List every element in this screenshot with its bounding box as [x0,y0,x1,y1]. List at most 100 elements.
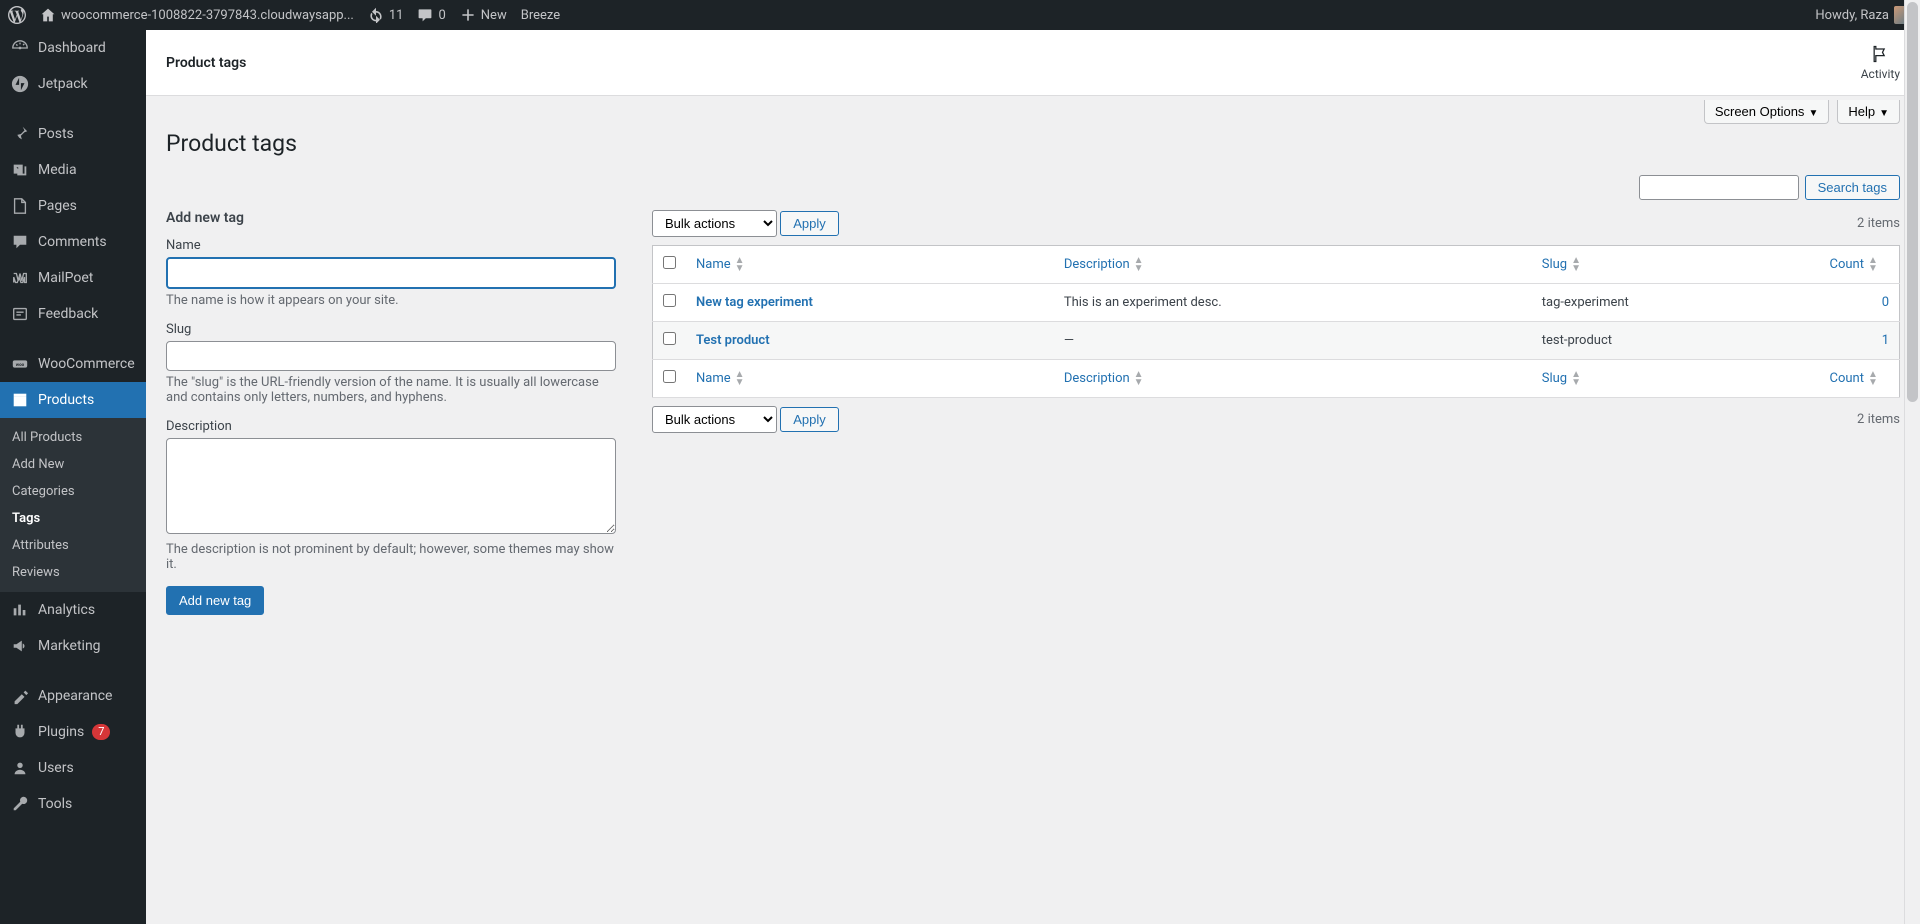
comments-link[interactable]: 0 [417,7,445,23]
select-all-top[interactable] [663,256,676,269]
items-count-bottom: 2 items [1857,412,1900,427]
sidebar-item-label: Dashboard [38,40,106,56]
form-title: Add new tag [166,210,616,226]
search-button[interactable]: Search tags [1805,175,1900,200]
sidebar-item-pages[interactable]: Pages [0,188,146,224]
help-button[interactable]: Help▼ [1837,100,1900,124]
activity-button[interactable]: Activity [1861,44,1900,81]
sort-icon: ▲▼ [1571,257,1581,273]
comment-icon [417,7,433,23]
sort-icon: ▲▼ [1868,257,1878,273]
help-label: Help [1848,104,1875,119]
sidebar-item-label: Appearance [38,688,112,704]
submenu-add-new[interactable]: Add New [0,451,146,478]
chevron-down-icon: ▼ [1808,108,1818,119]
row-count-link[interactable]: 0 [1882,295,1889,310]
apply-top-button[interactable]: Apply [780,211,839,236]
sidebar-item-comments[interactable]: Comments [0,224,146,260]
col-name-bottom[interactable]: Name▲▼ [696,371,745,386]
sidebar-item-products[interactable]: Products [0,382,146,418]
row-name-link[interactable]: Test product [696,333,770,348]
submenu-all-products[interactable]: All Products [0,424,146,451]
sidebar-item-woocommerce[interactable]: woo WooCommerce [0,346,146,382]
apply-bottom-button[interactable]: Apply [780,407,839,432]
sidebar-item-mailpoet[interactable]: MailPoet [0,260,146,296]
submenu-tags[interactable]: Tags [0,505,146,532]
new-link[interactable]: New [460,7,507,23]
select-all-bottom[interactable] [663,370,676,383]
submenu-attributes[interactable]: Attributes [0,532,146,559]
sidebar-item-jetpack[interactable]: Jetpack [0,66,146,102]
row-name-link[interactable]: New tag experiment [696,295,813,310]
breadcrumb: Product tags [166,55,246,71]
slug-input[interactable] [166,341,616,371]
sidebar-item-dashboard[interactable]: Dashboard [0,30,146,66]
row-checkbox[interactable] [663,332,676,345]
sidebar-item-label: Plugins [38,724,84,740]
sidebar-item-label: MailPoet [38,270,93,286]
col-slug[interactable]: Slug▲▼ [1542,257,1581,272]
col-name[interactable]: Name▲▼ [696,257,745,272]
users-icon [10,758,30,778]
appearance-icon [10,686,30,706]
col-desc[interactable]: Description▲▼ [1064,257,1144,272]
account-link[interactable]: Howdy, Raza [1815,6,1912,24]
submenu-reviews[interactable]: Reviews [0,559,146,586]
plus-icon [460,7,476,23]
add-tag-button[interactable]: Add new tag [166,586,264,615]
admin-bar: woocommerce-1008822-3797843.cloudwaysapp… [0,0,1920,30]
desc-input[interactable] [166,438,616,534]
sidebar-item-label: Jetpack [38,76,88,92]
page-icon [10,196,30,216]
sidebar-item-tools[interactable]: Tools [0,786,146,822]
submenu-categories[interactable]: Categories [0,478,146,505]
flag-icon [1870,44,1890,64]
sidebar-item-label: Marketing [38,638,101,654]
sidebar-item-label: WooCommerce [38,356,135,372]
breeze-link[interactable]: Breeze [521,8,560,23]
name-input[interactable] [166,257,616,289]
activity-label: Activity [1861,67,1900,81]
bulk-actions-top[interactable]: Bulk actions [652,210,777,237]
col-count-bottom[interactable]: Count▲▼ [1830,371,1878,386]
sidebar-item-posts[interactable]: Posts [0,116,146,152]
slug-label: Slug [166,322,616,337]
scrollbar[interactable]: ▲ [1904,0,1920,924]
svg-text:woo: woo [16,363,25,368]
sidebar-item-media[interactable]: Media [0,152,146,188]
plugins-badge: 7 [92,724,110,740]
mailpoet-icon [10,268,30,288]
page-title: Product tags [166,130,1900,157]
sidebar-item-appearance[interactable]: Appearance [0,678,146,714]
slug-hint: The "slug" is the URL-friendly version o… [166,375,616,405]
products-submenu: All Products Add New Categories Tags Att… [0,418,146,592]
screen-options-button[interactable]: Screen Options▼ [1704,100,1830,124]
sort-icon: ▲▼ [735,257,745,273]
row-desc: — [1054,322,1532,360]
sidebar-item-users[interactable]: Users [0,750,146,786]
sidebar-item-label: Feedback [38,306,98,322]
updates-link[interactable]: 11 [368,7,404,23]
wp-logo[interactable] [8,6,26,24]
jetpack-icon [10,74,30,94]
col-desc-bottom[interactable]: Description▲▼ [1064,371,1144,386]
sidebar-item-analytics[interactable]: Analytics [0,592,146,628]
media-icon [10,160,30,180]
home-icon [40,7,56,23]
sort-icon: ▲▼ [735,371,745,387]
row-count-link[interactable]: 1 [1882,333,1889,348]
scrollbar-thumb[interactable] [1907,2,1918,402]
sidebar-item-label: Analytics [38,602,95,618]
site-link[interactable]: woocommerce-1008822-3797843.cloudwaysapp… [40,7,354,23]
row-checkbox[interactable] [663,294,676,307]
items-count-top: 2 items [1857,216,1900,231]
sidebar-item-feedback[interactable]: Feedback [0,296,146,332]
col-slug-bottom[interactable]: Slug▲▼ [1542,371,1581,386]
search-input[interactable] [1639,175,1799,200]
row-slug: test-product [1532,322,1820,360]
sidebar-item-plugins[interactable]: Plugins 7 [0,714,146,750]
sidebar-item-marketing[interactable]: Marketing [0,628,146,664]
sidebar-item-label: Pages [38,198,77,214]
bulk-actions-bottom[interactable]: Bulk actions [652,406,777,433]
col-count[interactable]: Count▲▼ [1830,257,1878,272]
